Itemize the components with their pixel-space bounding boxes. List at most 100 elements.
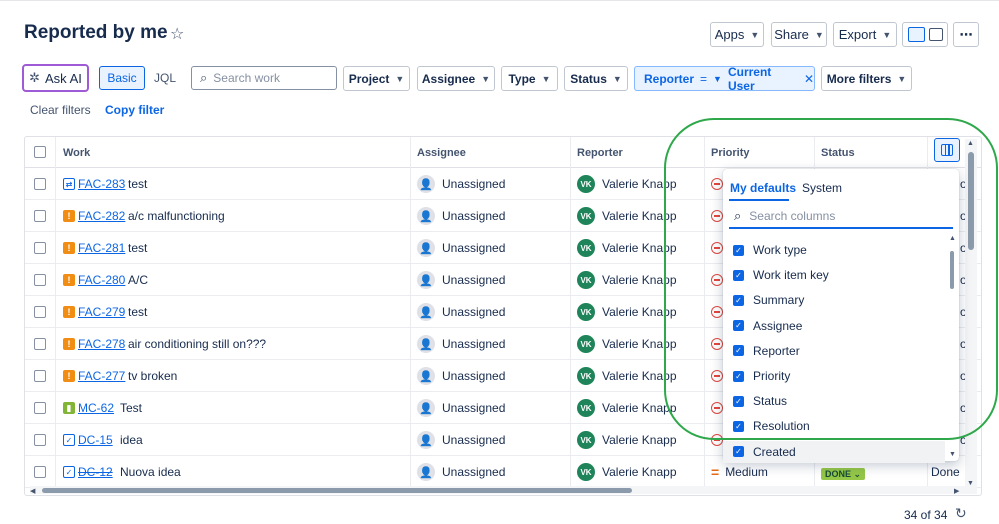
work-item-summary[interactable]: tv broken xyxy=(128,369,177,383)
project-filter[interactable]: Project ▼ xyxy=(343,66,410,91)
list-scroll-down-arrow[interactable]: ▼ xyxy=(949,451,956,458)
work-item-key[interactable]: FAC-282 xyxy=(78,209,125,223)
work-item-key[interactable]: FAC-280 xyxy=(78,273,125,287)
work-item-summary[interactable]: a/c malfunctioning xyxy=(128,209,225,223)
horizontal-scroll-thumb[interactable] xyxy=(42,488,632,493)
view-toggle xyxy=(902,22,948,47)
unassigned-avatar-icon: 👤 xyxy=(417,271,435,289)
top-divider xyxy=(0,0,999,1)
assignee-name[interactable]: Unassigned xyxy=(442,337,505,351)
jql-toggle[interactable]: JQL xyxy=(148,66,182,90)
row-checkbox[interactable] xyxy=(34,242,46,254)
assignee-name[interactable]: Unassigned xyxy=(442,305,505,319)
work-item-summary[interactable]: test xyxy=(128,177,147,191)
row-checkbox[interactable] xyxy=(34,178,46,190)
reporter-avatar: VK xyxy=(577,463,595,481)
column-reporter[interactable]: Reporter xyxy=(577,147,623,159)
bug-type-icon: ! xyxy=(63,338,75,350)
basic-toggle[interactable]: Basic xyxy=(99,66,145,90)
column-work[interactable]: Work xyxy=(63,147,90,159)
row-checkbox[interactable] xyxy=(34,434,46,446)
list-view-icon[interactable] xyxy=(907,27,925,42)
chevron-down-icon: ▼ xyxy=(395,73,405,84)
work-item-key[interactable]: FAC-283 xyxy=(78,177,125,191)
reporter-filter[interactable]: Reporter = ▼ Current User ✕ xyxy=(634,65,815,93)
work-item-key[interactable]: FAC-278 xyxy=(78,337,125,351)
project-filter-label: Project xyxy=(348,71,390,86)
row-checkbox[interactable] xyxy=(34,306,46,318)
assignee-filter[interactable]: Assignee ▼ xyxy=(417,66,495,91)
assignee-name[interactable]: Unassigned xyxy=(442,369,505,383)
work-item-summary[interactable]: Test xyxy=(120,401,142,415)
work-item-summary[interactable]: test xyxy=(128,305,147,319)
assignee-name[interactable]: Unassigned xyxy=(442,273,505,287)
work-item-summary[interactable]: idea xyxy=(120,433,143,447)
checkbox-checked-icon[interactable]: ✓ xyxy=(733,446,744,458)
chevron-down-icon: ▼ xyxy=(481,73,491,84)
work-item-summary[interactable]: A/C xyxy=(128,273,148,287)
status-lozenge[interactable]: DONE ⌄ xyxy=(821,465,866,480)
work-item-key[interactable]: DC-15 xyxy=(78,433,113,447)
reporter-avatar: VK xyxy=(577,399,595,417)
assignee-name[interactable]: Unassigned xyxy=(442,209,505,223)
search-input[interactable]: ⌕ Search work xyxy=(191,66,337,90)
unassigned-avatar-icon: 👤 xyxy=(417,463,435,481)
export-button[interactable]: Export ▼ xyxy=(833,22,897,47)
work-item-key[interactable]: FAC-277 xyxy=(78,369,125,383)
unassigned-avatar-icon: 👤 xyxy=(417,175,435,193)
export-label: Export xyxy=(838,27,877,42)
assignee-name[interactable]: Unassigned xyxy=(442,241,505,255)
row-checkbox[interactable] xyxy=(34,274,46,286)
remove-filter-icon[interactable]: ✕ xyxy=(804,72,814,86)
reporter-name[interactable]: Valerie Knapp xyxy=(602,433,677,447)
star-icon[interactable]: ☆ xyxy=(170,24,184,44)
reporter-name[interactable]: Valerie Knapp xyxy=(602,465,677,479)
column-option[interactable]: ✓ Created xyxy=(723,440,945,463)
scroll-down-arrow[interactable]: ▼ xyxy=(967,480,974,487)
work-item-key[interactable]: FAC-281 xyxy=(78,241,125,255)
apps-button[interactable]: Apps ▼ xyxy=(710,22,764,47)
status-label: DONE ⌄ xyxy=(821,468,866,480)
row-checkbox[interactable] xyxy=(34,338,46,350)
chevron-down-icon[interactable]: ▼ xyxy=(713,74,722,84)
ask-ai-label: Ask AI xyxy=(45,70,82,86)
copy-filter-link[interactable]: Copy filter xyxy=(105,103,164,117)
row-checkbox[interactable] xyxy=(34,370,46,382)
row-checkbox[interactable] xyxy=(34,210,46,222)
assignee-name[interactable]: Unassigned xyxy=(442,465,505,479)
assignee-name[interactable]: Unassigned xyxy=(442,177,505,191)
scroll-left-arrow[interactable]: ◀ xyxy=(30,487,35,495)
more-actions-button[interactable]: ⋯ xyxy=(953,22,979,47)
work-item-key[interactable]: DC-12 xyxy=(78,465,113,479)
chevron-down-icon: ▼ xyxy=(882,29,892,40)
type-filter[interactable]: Type ▼ xyxy=(501,66,558,91)
column-assignee[interactable]: Assignee xyxy=(417,147,466,159)
page-title: Reported by me xyxy=(24,22,168,43)
unassigned-avatar-icon: 👤 xyxy=(417,335,435,353)
bug-type-icon: ! xyxy=(63,306,75,318)
more-filters-button[interactable]: More filters ▼ xyxy=(821,66,912,91)
work-item-summary[interactable]: air conditioning still on??? xyxy=(128,337,266,351)
assignee-name[interactable]: Unassigned xyxy=(442,433,505,447)
work-item-key[interactable]: FAC-279 xyxy=(78,305,125,319)
assignee-name[interactable]: Unassigned xyxy=(442,401,505,415)
priority-medium-icon: = xyxy=(711,464,720,480)
resolution-cell: Done xyxy=(931,465,960,479)
more-filters-label: More filters xyxy=(826,71,892,86)
work-item-summary[interactable]: Nuova idea xyxy=(120,465,181,479)
assignee-filter-label: Assignee xyxy=(421,71,476,86)
status-filter[interactable]: Status ▼ xyxy=(564,66,628,91)
share-button[interactable]: Share ▼ xyxy=(771,22,827,47)
bug-type-icon: ! xyxy=(63,242,75,254)
work-item-key[interactable]: MC-62 xyxy=(78,401,114,415)
row-checkbox[interactable] xyxy=(34,466,46,478)
refresh-icon[interactable]: ↻ xyxy=(955,505,967,522)
detail-view-icon[interactable] xyxy=(928,28,943,41)
work-item-summary[interactable]: test xyxy=(128,241,147,255)
clear-filters-link[interactable]: Clear filters xyxy=(30,103,91,117)
select-all-checkbox[interactable] xyxy=(34,146,46,158)
row-checkbox[interactable] xyxy=(34,402,46,414)
highlight-annotation xyxy=(664,118,998,440)
scroll-right-arrow[interactable]: ▶ xyxy=(954,487,959,495)
ask-ai-button[interactable]: ✲ Ask AI xyxy=(22,64,89,92)
